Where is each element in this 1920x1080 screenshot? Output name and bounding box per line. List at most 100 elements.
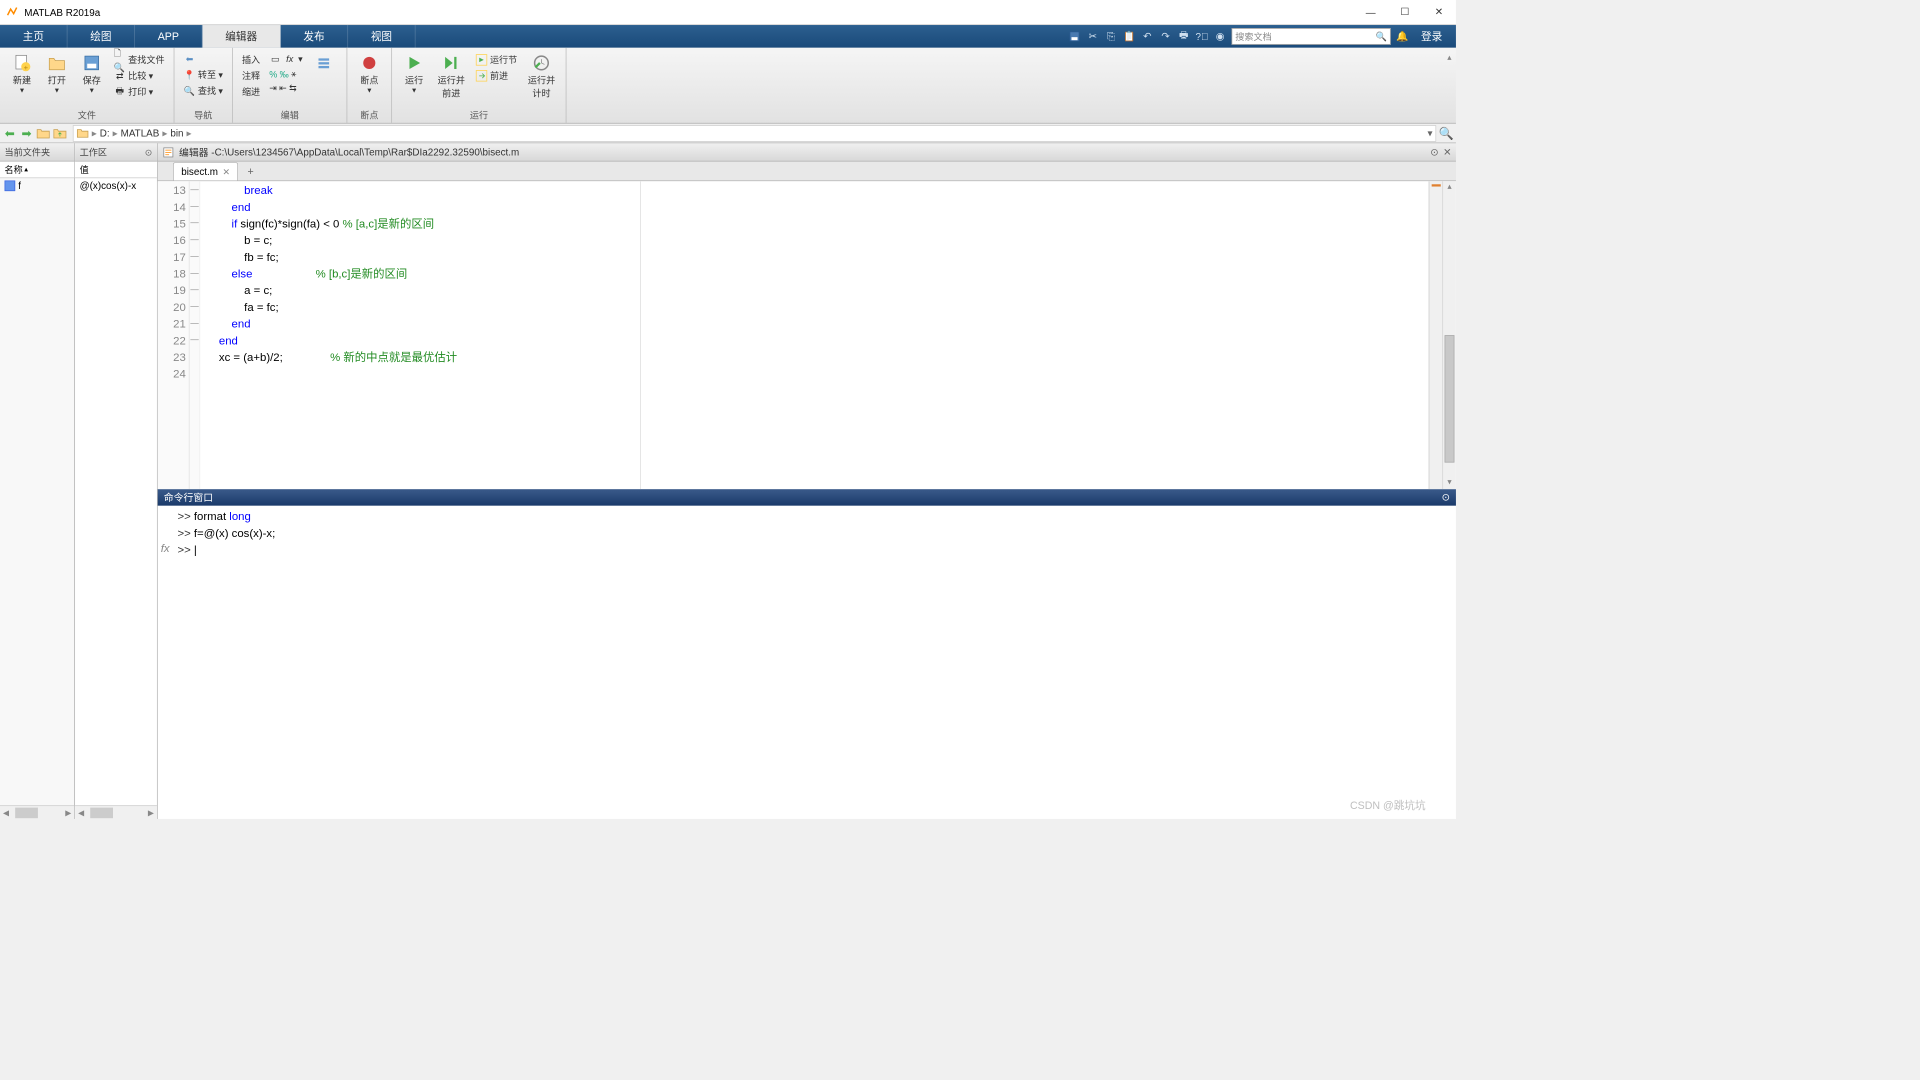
workspace-header: 工作区⊙: [75, 143, 157, 161]
name-column-header[interactable]: 名称 ▴: [0, 162, 74, 179]
ribbon-group-nav-label: 导航: [180, 107, 226, 123]
redo-icon[interactable]: ↷: [1159, 30, 1173, 44]
breadcrumb[interactable]: ▸D: ▸MATLAB ▸bin ▸ ▾: [73, 125, 1436, 142]
tab-apps[interactable]: APP: [135, 25, 203, 48]
workspace-menu-icon[interactable]: ⊙: [145, 147, 153, 158]
workspace-values: @(x)cos(x)-x: [75, 178, 157, 805]
line-gutter: 131415161718192021222324: [158, 181, 190, 488]
tab-plots[interactable]: 绘图: [67, 25, 134, 48]
tab-editor[interactable]: 编辑器: [202, 25, 280, 48]
minimize-button[interactable]: —: [1354, 0, 1388, 24]
insert-section-button[interactable]: ▭fx▾: [266, 52, 305, 66]
code-editor[interactable]: 131415161718192021222324 —————————— brea…: [158, 181, 1456, 488]
nav-back-icon[interactable]: ⬅: [3, 126, 17, 140]
current-folder-header: 当前文件夹: [0, 143, 74, 161]
login-button[interactable]: 登录: [1413, 29, 1449, 44]
run-advance-button[interactable]: 运行并 前进: [433, 52, 469, 101]
paste-icon[interactable]: 📋: [1122, 30, 1136, 44]
compare-button[interactable]: ⇄比较 ▾: [111, 68, 168, 82]
search-path-icon[interactable]: 🔍: [1439, 126, 1453, 140]
up-folder-icon[interactable]: [53, 126, 67, 140]
open-folder-icon: [48, 54, 66, 72]
advance-icon: [476, 69, 488, 81]
tab-home[interactable]: 主页: [0, 25, 67, 48]
code-minimap[interactable]: [1429, 181, 1443, 488]
crumb-matlab[interactable]: MATLAB: [121, 127, 160, 138]
cut-icon[interactable]: ✂: [1086, 30, 1100, 44]
open-button[interactable]: 打开▼: [41, 52, 73, 95]
save-button[interactable]: 保存▼: [76, 52, 108, 95]
maximize-button[interactable]: ☐: [1388, 0, 1422, 24]
section-icon: ▭: [269, 53, 281, 65]
run-button[interactable]: 运行▼: [398, 52, 430, 95]
find-button[interactable]: 🔍查找 ▾: [180, 83, 226, 97]
run-section-button[interactable]: 运行节: [473, 52, 521, 66]
print-icon[interactable]: 🖶: [1177, 30, 1191, 44]
folder-icon: [77, 127, 89, 139]
tab-view[interactable]: 视图: [348, 25, 415, 48]
indent-label: 缩进: [239, 84, 263, 98]
variable-icon: [5, 180, 16, 191]
window-title: MATLAB R2019a: [24, 6, 1353, 17]
comment-buttons[interactable]: % ‰ ⚹: [266, 67, 305, 80]
compare-icon: ⇄: [114, 69, 126, 81]
undo-icon[interactable]: ↶: [1140, 30, 1154, 44]
workspace-var-row[interactable]: f: [0, 178, 74, 192]
editor-dock-icon[interactable]: ⊙: [1430, 146, 1438, 158]
new-file-icon: +: [13, 54, 31, 72]
browse-folder-icon[interactable]: [36, 126, 50, 140]
crumb-bin[interactable]: bin: [170, 127, 183, 138]
breakpoint-icon: [360, 54, 378, 72]
clock-icon: [532, 54, 550, 72]
ribbon-toolbar: ▴ +新建▼ 打开▼ 保存▼ 🗋🔍查找文件 ⇄比较 ▾ 🖶打印 ▾ 文件 ⬅ 📍…: [0, 48, 1456, 124]
fx-indicator[interactable]: fx: [161, 508, 178, 815]
matlab-logo-icon: [6, 6, 18, 18]
copy-icon[interactable]: ⎘: [1104, 30, 1118, 44]
fold-column[interactable]: ——————————: [190, 181, 201, 488]
current-folder-tree[interactable]: f: [0, 178, 74, 805]
hscroll-left[interactable]: ◂▸: [0, 805, 74, 819]
titlebar: MATLAB R2019a — ☐ ✕: [0, 0, 1456, 25]
close-button[interactable]: ✕: [1422, 0, 1456, 24]
editor-vscroll[interactable]: ▴▾: [1442, 181, 1456, 488]
print-button[interactable]: 🖶打印 ▾: [111, 84, 168, 98]
indent-buttons[interactable]: ⇥ ⇤ ⇆: [266, 82, 305, 94]
edit-more-button[interactable]: [309, 52, 341, 75]
crumb-drive[interactable]: D:: [100, 127, 110, 138]
workspace-value-row[interactable]: @(x)cos(x)-x: [75, 178, 157, 192]
editor-doc-icon: [162, 146, 174, 158]
findfiles-button[interactable]: 🗋🔍查找文件: [111, 52, 168, 66]
notifications-icon[interactable]: 🔔: [1395, 30, 1409, 44]
fx-icon: fx: [284, 53, 296, 65]
new-button[interactable]: +新建▼: [6, 52, 38, 95]
add-tab-button[interactable]: +: [241, 162, 259, 180]
comment-label: 注释: [239, 68, 263, 82]
run-time-button[interactable]: 运行并 计时: [523, 52, 559, 101]
nav-forward-icon[interactable]: ➡: [20, 126, 34, 140]
command-window[interactable]: fx >> format long >> f=@(x) cos(x)-x; >>…: [158, 505, 1456, 819]
cmd-menu-icon[interactable]: ⊙: [1442, 491, 1450, 503]
nav-back-button[interactable]: ⬅: [180, 52, 226, 66]
help-icon[interactable]: ?⃝: [1195, 30, 1209, 44]
editor-close-icon[interactable]: ✕: [1443, 146, 1451, 158]
save-icon[interactable]: [1068, 30, 1082, 44]
arrow-left-icon: ⬅: [184, 53, 196, 65]
code-area[interactable]: break end if sign(fc)*sign(fa) < 0 % [a,…: [200, 181, 1428, 488]
advance-button[interactable]: 前进: [473, 68, 521, 82]
tab-publish[interactable]: 发布: [281, 25, 348, 48]
findfiles-icon: 🗋🔍: [114, 53, 126, 65]
editor-panel-header: 编辑器 - C:\Users\1234567\AppData\Local\Tem…: [158, 143, 1456, 161]
breakpoints-button[interactable]: 断点▼: [353, 52, 385, 95]
search-icon: 🔍: [1376, 31, 1387, 42]
watermark: CSDN @跳坑坑: [1350, 798, 1426, 813]
search-docs-input[interactable]: 搜索文档 🔍: [1231, 28, 1390, 45]
collapse-ribbon-icon[interactable]: ▴: [1447, 52, 1451, 62]
addon-icon[interactable]: ◉: [1213, 30, 1227, 44]
print-icon: 🖶: [114, 85, 126, 97]
hscroll-mid[interactable]: ◂▸: [75, 805, 157, 819]
close-tab-icon[interactable]: ✕: [222, 166, 230, 177]
file-tab-bisect[interactable]: bisect.m✕: [173, 162, 239, 180]
breadcrumb-dropdown-icon[interactable]: ▾: [1427, 127, 1432, 139]
goto-button[interactable]: 📍转至 ▾: [180, 67, 226, 81]
value-column-header[interactable]: 值: [75, 162, 157, 179]
